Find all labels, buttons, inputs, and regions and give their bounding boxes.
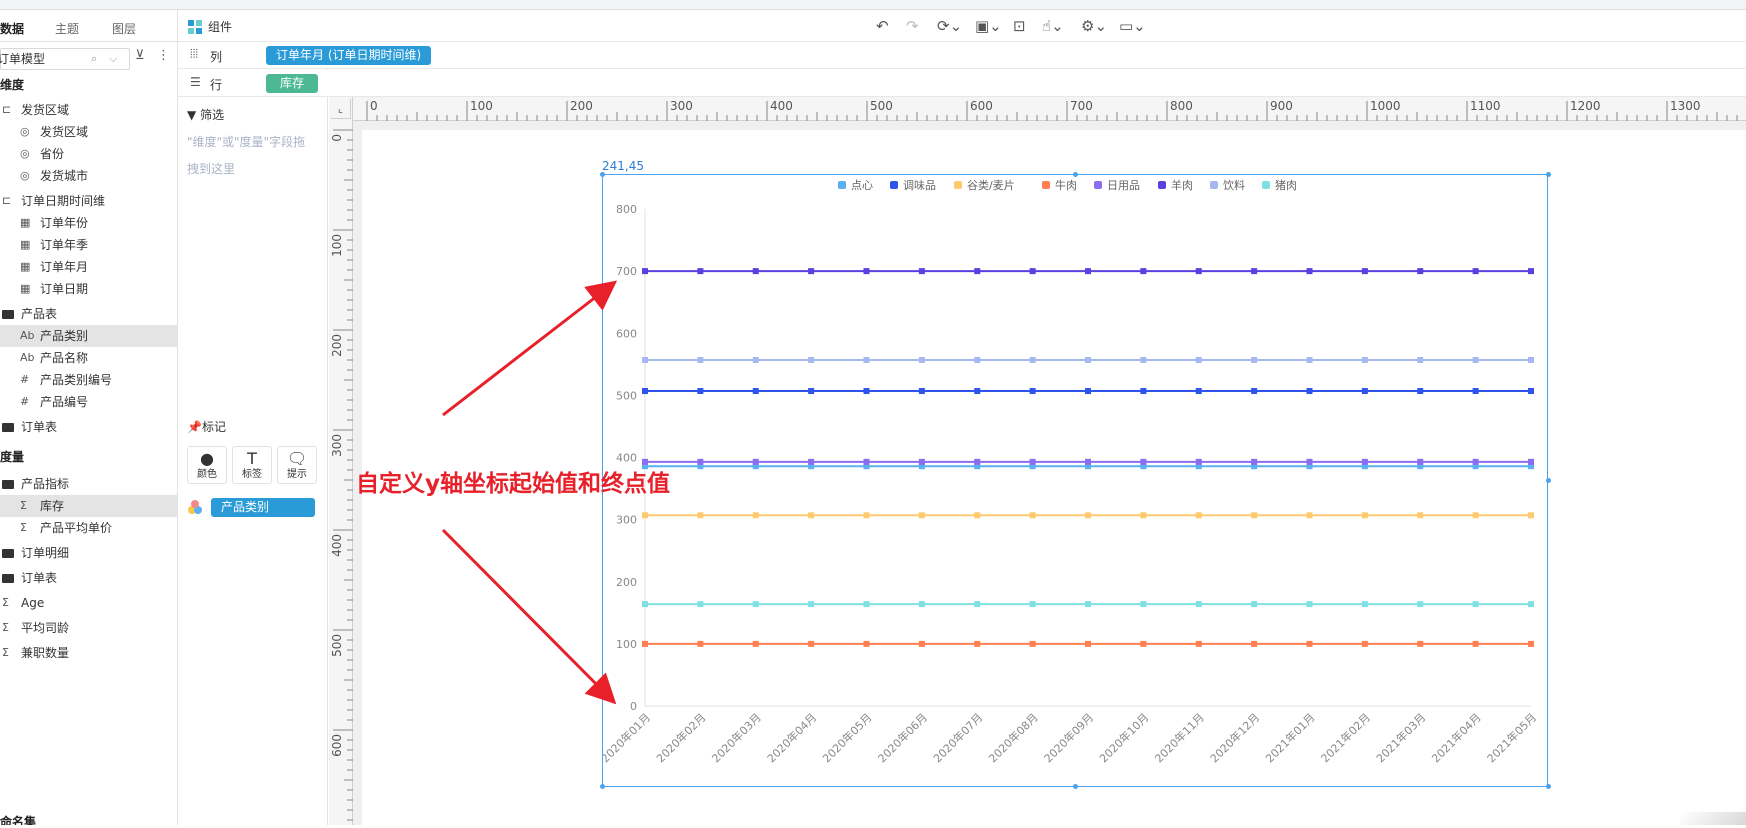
arrow-to-max — [442, 280, 618, 417]
annotation-arrows — [441, 280, 618, 705]
arrow-to-min — [441, 528, 617, 705]
annotation-text: 自定义y轴坐标起始值和终点值 — [356, 471, 670, 497]
window-corner — [1680, 812, 1746, 825]
